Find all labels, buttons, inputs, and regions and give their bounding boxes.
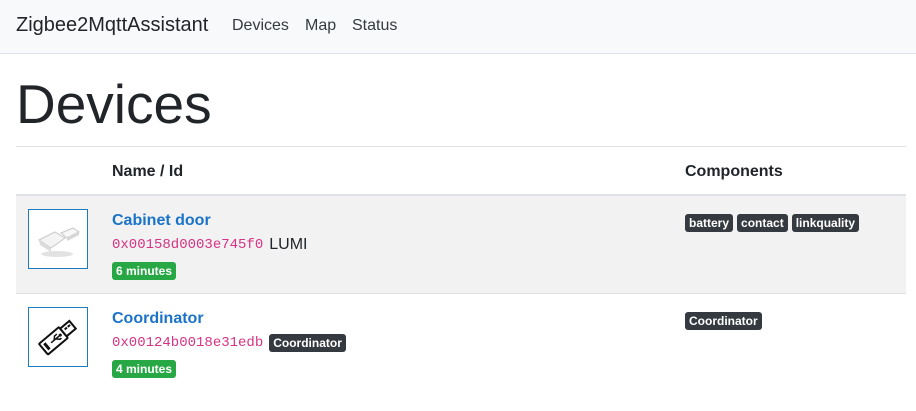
device-vendor: LUMI	[269, 236, 308, 253]
page-title: Devices	[16, 73, 212, 135]
usb-stick-icon	[38, 319, 78, 356]
door-sensor-icon	[38, 227, 80, 257]
last-seen-badge: 6 minutes	[112, 262, 177, 280]
table-row: Cabinet door 0x00158d0003e745f0 LUMI 6 m…	[16, 196, 906, 294]
device-type-badge: Coordinator	[269, 334, 346, 352]
device-id-line: 0x00158d0003e745f0 LUMI	[112, 236, 307, 254]
component-badge-battery: battery	[685, 214, 734, 232]
brand-link[interactable]: Zigbee2MqttAssistant	[16, 14, 208, 37]
device-id: 0x00158d0003e745f0	[112, 237, 264, 253]
device-name-link[interactable]: Cabinet door	[112, 212, 211, 230]
device-name-link[interactable]: Coordinator	[112, 310, 204, 328]
table-header: Name / Id Components	[16, 146, 906, 196]
device-id: 0x00124b0018e31edb	[112, 335, 264, 351]
components-list: Coordinator	[685, 312, 762, 330]
device-id-line: 0x00124b0018e31edb Coordinator	[112, 334, 346, 352]
nav-link-map[interactable]: Map	[305, 17, 336, 35]
nav-link-status[interactable]: Status	[352, 17, 397, 35]
last-seen-badge: 4 minutes	[112, 360, 177, 378]
devices-table: Name / Id Components Cabinet door 0x0015…	[16, 146, 906, 392]
component-badge-contact: contact	[737, 214, 788, 232]
component-badge-coordinator: Coordinator	[685, 312, 762, 330]
nav-link-devices[interactable]: Devices	[232, 17, 289, 35]
top-navbar: Zigbee2MqttAssistant Devices Map Status	[0, 0, 916, 54]
column-header-components: Components	[685, 163, 783, 180]
component-badge-linkquality: linkquality	[791, 214, 860, 232]
column-header-name-id: Name / Id	[112, 163, 184, 180]
table-row: Coordinator 0x00124b0018e31edb Coordinat…	[16, 294, 906, 392]
components-list: battery contact linkquality	[685, 214, 860, 232]
device-image[interactable]	[28, 209, 88, 269]
device-image[interactable]	[28, 307, 88, 367]
